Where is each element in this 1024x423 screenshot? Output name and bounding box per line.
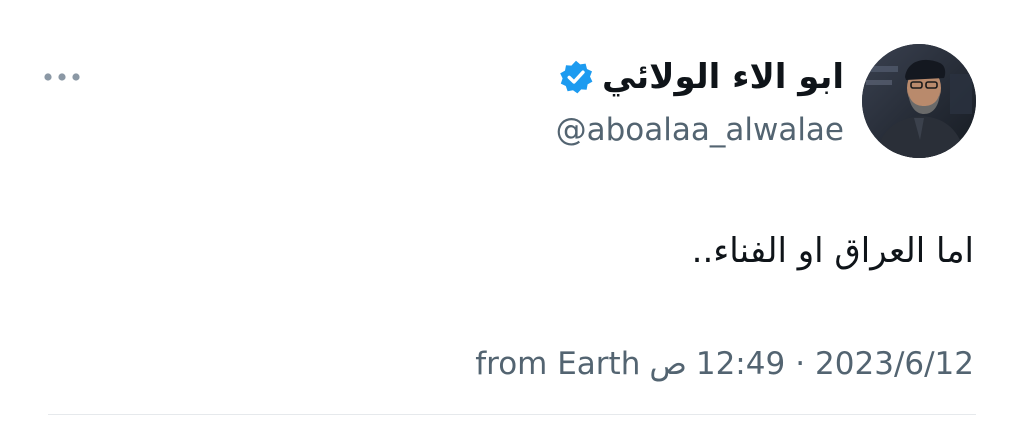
meta-separator: · bbox=[795, 346, 806, 382]
tweet-date[interactable]: 2023/6/12 bbox=[815, 342, 974, 386]
author-handle[interactable]: @aboalaa_alwalae bbox=[556, 110, 844, 150]
author-name-row: ابو الاء الولائي bbox=[556, 54, 844, 100]
tweet-metadata: from Earth ص 12:49 · 2023/6/12 bbox=[475, 342, 974, 386]
author-avatar[interactable] bbox=[862, 44, 976, 158]
tweet-source[interactable]: from Earth bbox=[475, 342, 640, 386]
profile-photo-icon bbox=[862, 44, 976, 158]
author-info: ابو الاء الولائي @aboalaa_alwalae bbox=[556, 54, 844, 150]
divider bbox=[48, 414, 976, 415]
more-options-button[interactable] bbox=[36, 60, 88, 94]
more-dots-icon bbox=[44, 73, 80, 81]
tweet-time-period: ص bbox=[649, 346, 687, 382]
tweet-card: ابو الاء الولائي @aboalaa_alwalae اما ال… bbox=[0, 0, 1024, 423]
verified-badge-icon bbox=[558, 59, 594, 95]
author-display-name[interactable]: ابو الاء الولائي bbox=[602, 54, 844, 100]
tweet-text: اما العراق او الفناء.. bbox=[691, 231, 974, 271]
tweet-time[interactable]: 12:49 bbox=[696, 342, 785, 386]
